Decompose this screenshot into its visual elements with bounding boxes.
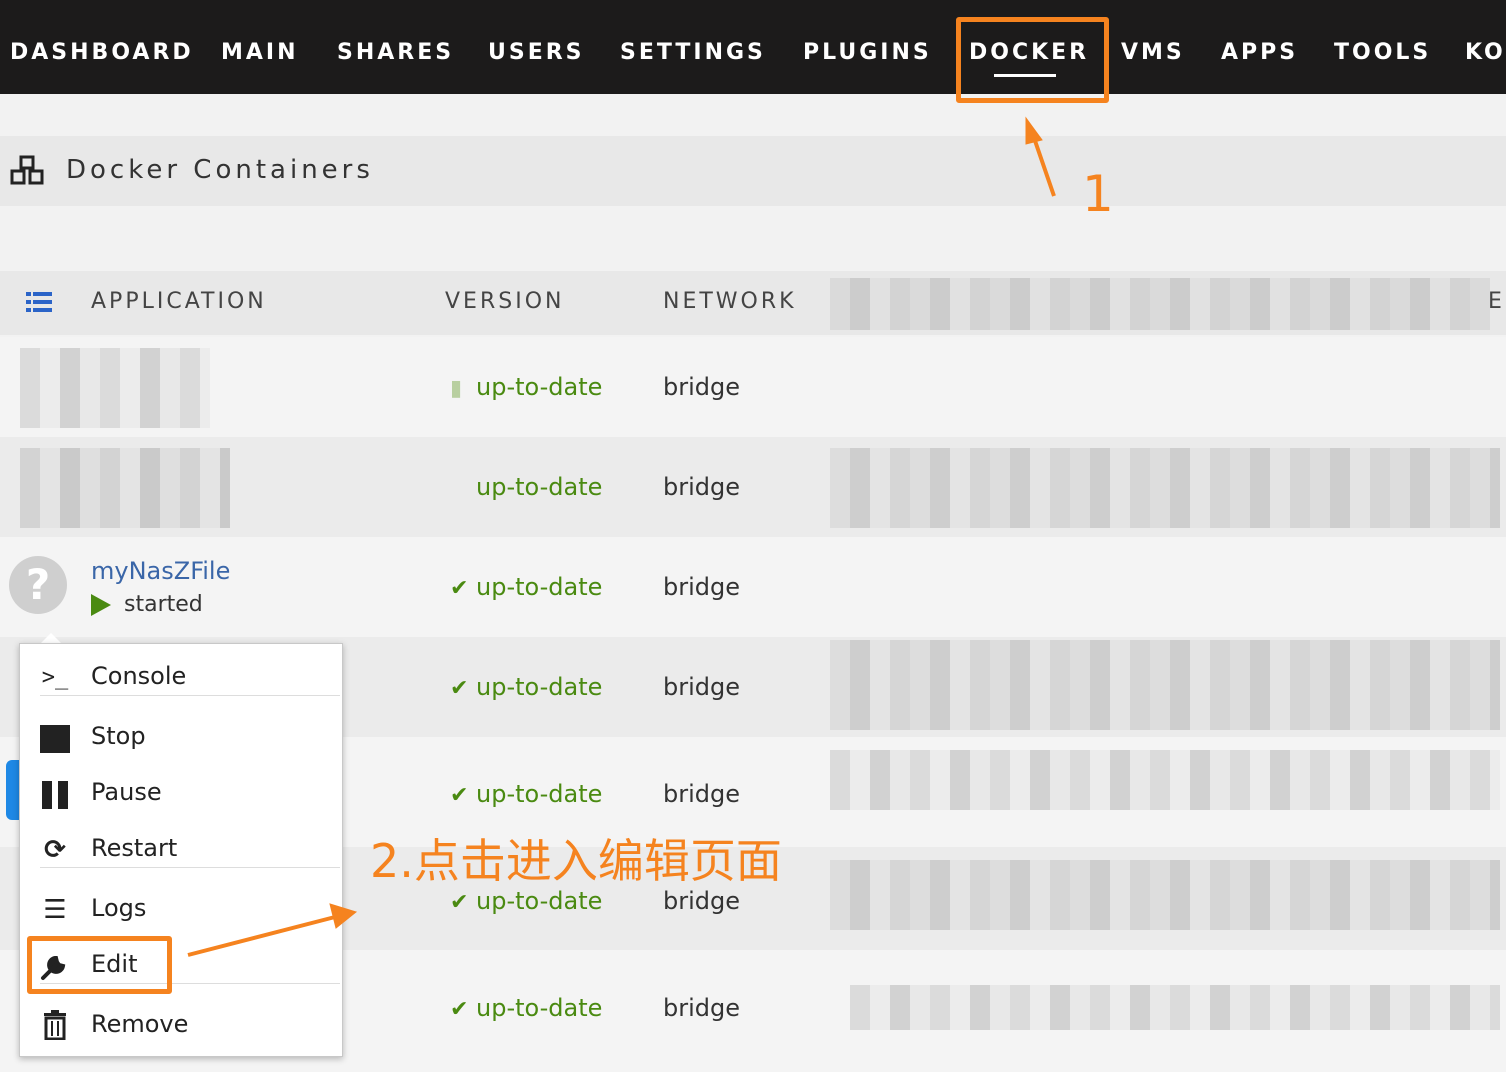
annotation-arrows (187, 116, 1056, 957)
annotation-step-1: 1 (1082, 165, 1114, 223)
annotation-step-2: 2.点击进入编辑页面 (370, 834, 782, 888)
